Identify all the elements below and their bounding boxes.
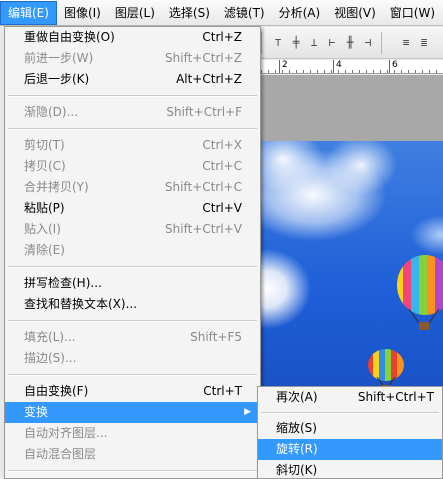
hot-air-balloon-large [397, 255, 443, 330]
menu-separator [8, 95, 257, 97]
edit-menu-item-20[interactable]: 变换 ▶ [5, 402, 260, 423]
align-top-icon[interactable]: ⊤ [271, 36, 285, 50]
options-toolbar: ⊤ ╪ ⊥ ⊢ ╫ ⊣ ≡ ≣ [261, 27, 443, 59]
menubar-item-4[interactable]: 滤镜(T) [217, 1, 272, 25]
horizontal-ruler: 2 4 6 [261, 60, 443, 74]
menubar-item-0[interactable]: 编辑(E) [0, 1, 57, 25]
edit-menu-item-13[interactable]: 拼写检查(H)... [5, 273, 260, 294]
menu-item-shortcut: Ctrl+T [203, 384, 242, 398]
menu-item-label: 查找和替换文本(X)... [24, 297, 138, 311]
menubar-item-6[interactable]: 视图(V) [327, 1, 383, 25]
menu-item-label: 拼写检查(H)... [24, 276, 102, 290]
transform-submenu-item-2[interactable]: 缩放(S) [258, 418, 442, 439]
edit-menu-item-11: 清除(E) [5, 240, 260, 261]
menubar-item-1[interactable]: 图像(I) [57, 1, 108, 25]
menu-separator [8, 266, 257, 268]
menu-item-shortcut: Shift+Ctrl+F [166, 105, 242, 119]
edit-menu-item-9[interactable]: 粘贴(P) Ctrl+V [5, 198, 260, 219]
menu-separator [261, 412, 439, 414]
align-bottom-icon[interactable]: ⊥ [307, 36, 321, 50]
menu-item-label: 清除(E) [24, 243, 65, 257]
edit-menu-item-21: 自动对齐图层... [5, 423, 260, 444]
menu-item-shortcut: Ctrl+X [202, 138, 242, 152]
menu-item-label: 合并拷贝(Y) [24, 180, 89, 194]
menubar-item-2[interactable]: 图层(L) [108, 1, 162, 25]
menu-separator [8, 320, 257, 322]
menu-item-label: 变换 [24, 405, 49, 419]
menu-item-shortcut: Alt+Ctrl+Z [176, 72, 242, 86]
edit-menu-item-17: 描边(S)... [5, 348, 260, 369]
menu-item-label: 前进一步(W) [24, 51, 94, 65]
menu-item-label: 自动对齐图层... [24, 426, 108, 440]
edit-menu-item-0[interactable]: 重做自由变换(O) Ctrl+Z [5, 27, 260, 48]
edit-menu-item-8: 合并拷贝(Y) Shift+Ctrl+C [5, 177, 260, 198]
menu-item-label: 缩放(S) [276, 421, 317, 435]
menu-item-shortcut: Ctrl+C [202, 159, 242, 173]
menu-item-label: 自由变换(F) [24, 384, 89, 398]
menu-separator [8, 374, 257, 376]
edit-menu-item-1: 前进一步(W) Shift+Ctrl+Z [5, 48, 260, 69]
distribute-vcenter-icon[interactable]: ≣ [417, 36, 431, 50]
menubar-item-5[interactable]: 分析(A) [272, 1, 328, 25]
menu-item-label: 渐隐(D)... [24, 105, 79, 119]
menu-separator [8, 470, 257, 472]
menu-item-label: 自动混合图层 [24, 447, 97, 461]
menu-item-shortcut: Shift+F5 [190, 330, 242, 344]
menu-item-shortcut: Ctrl+V [202, 201, 242, 215]
menubar-item-3[interactable]: 选择(S) [162, 1, 217, 25]
edit-menu-item-4: 渐隐(D)... Shift+Ctrl+F [5, 102, 260, 123]
menu-item-label: 贴入(I) [24, 222, 61, 236]
menu-item-label: 重做自由变换(O) [24, 30, 115, 44]
submenu-arrow-icon: ▶ [244, 407, 251, 417]
menu-item-label: 再次(A) [276, 390, 318, 404]
ruler-label: 2 [279, 60, 288, 73]
menu-item-label: 旋转(R) [276, 442, 318, 456]
transform-submenu-item-3[interactable]: 旋转(R) [258, 439, 442, 460]
ruler-label: 4 [333, 60, 342, 73]
menu-item-label: 填充(L)... [24, 330, 76, 344]
menu-item-shortcut: Ctrl+Z [202, 30, 242, 44]
transform-submenu: 再次(A) Shift+Ctrl+T 缩放(S) 旋转(R) 斜切(K) [257, 386, 443, 479]
menu-item-label: 剪切(T) [24, 138, 65, 152]
menu-separator [8, 128, 257, 130]
align-right-icon[interactable]: ⊣ [361, 36, 375, 50]
edit-menu-item-16: 填充(L)... Shift+F5 [5, 327, 260, 348]
menubar-item-7[interactable]: 窗口(W) [383, 1, 442, 25]
edit-menu-item-2[interactable]: 后退一步(K) Alt+Ctrl+Z [5, 69, 260, 90]
transform-submenu-item-4[interactable]: 斜切(K) [258, 460, 442, 478]
toolbar-divider [381, 32, 382, 54]
menu-item-label: 后退一步(K) [24, 72, 90, 86]
edit-menu-item-6: 剪切(T) Ctrl+X [5, 135, 260, 156]
edit-menu-item-19[interactable]: 自由变换(F) Ctrl+T [5, 381, 260, 402]
edit-menu-item-14[interactable]: 查找和替换文本(X)... [5, 294, 260, 315]
menu-item-shortcut: Shift+Ctrl+V [165, 222, 242, 236]
menu-item-shortcut: Shift+Ctrl+Z [165, 51, 242, 65]
menu-item-shortcut: Shift+Ctrl+T [357, 390, 434, 404]
edit-menu-item-22: 自动混合图层 [5, 444, 260, 465]
align-hcenter-icon[interactable]: ╫ [343, 36, 357, 50]
menu-item-shortcut: Shift+Ctrl+C [164, 180, 242, 194]
edit-menu-item-7: 拷贝(C) Ctrl+C [5, 156, 260, 177]
align-vcenter-icon[interactable]: ╪ [289, 36, 303, 50]
menu-item-label: 拷贝(C) [24, 159, 66, 173]
ruler-label: 6 [389, 60, 398, 73]
edit-menu-item-10: 贴入(I) Shift+Ctrl+V [5, 219, 260, 240]
menu-item-label: 粘贴(P) [24, 201, 65, 215]
toolbar-divider [261, 32, 262, 54]
align-left-icon[interactable]: ⊢ [325, 36, 339, 50]
menu-item-label: 描边(S)... [24, 351, 77, 365]
menu-item-label: 斜切(K) [276, 463, 318, 477]
transform-submenu-item-0[interactable]: 再次(A) Shift+Ctrl+T [258, 387, 442, 408]
edit-dropdown-menu: 重做自由变换(O) Ctrl+Z 前进一步(W) Shift+Ctrl+Z 后退一步(K… [4, 26, 261, 479]
distribute-top-icon[interactable]: ≡ [399, 36, 413, 50]
menu-bar: 编辑(E) 图像(I) 图层(L) 选择(S) 滤镜(T) 分析(A) 视图(V) 窗口(W)… [0, 0, 443, 26]
